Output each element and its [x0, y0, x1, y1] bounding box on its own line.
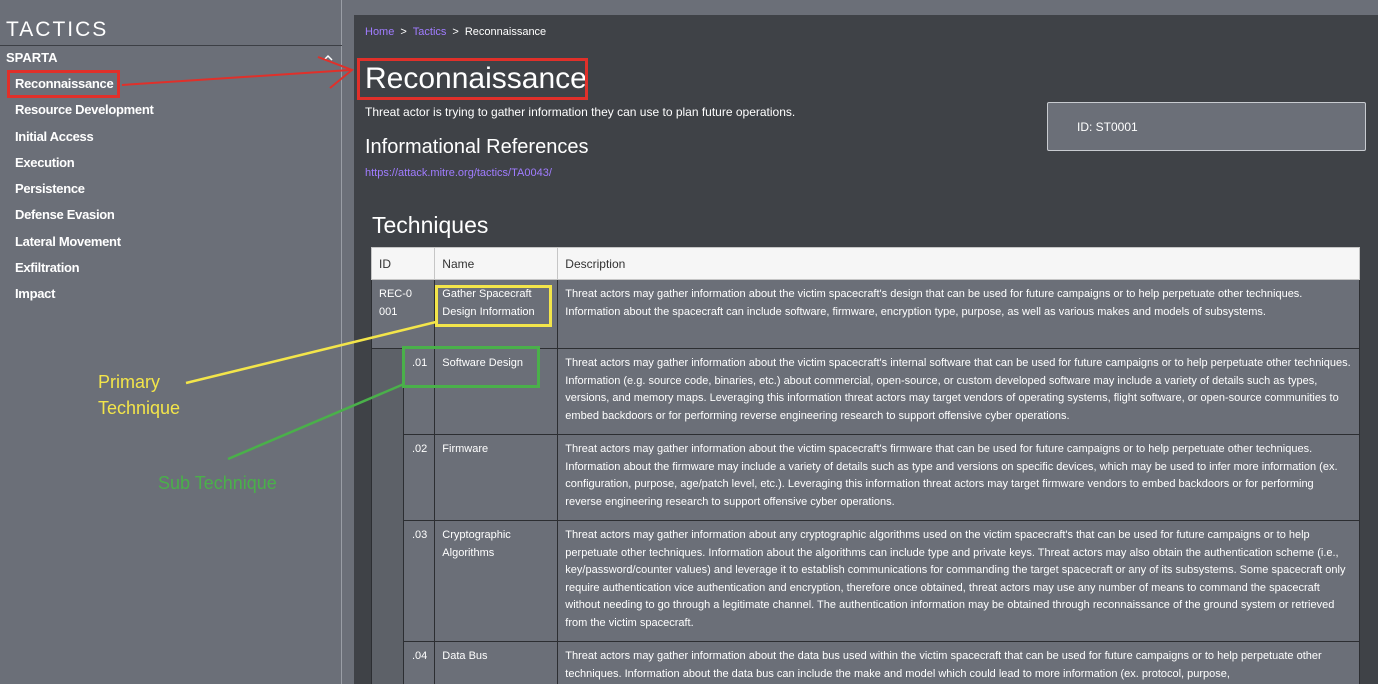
- sidebar-item-lateral-movement[interactable]: Lateral Movement: [15, 234, 154, 260]
- main-panel: Home > Tactics > Reconnaissance Reconnaissan…: [354, 15, 1378, 684]
- tactic-id-label: ID: ST0001: [1077, 120, 1138, 134]
- subtechnique-description: Threat actors may gather information abo…: [557, 640, 1360, 684]
- technique-name-link[interactable]: Gather Spacecraft Design Information: [434, 279, 559, 349]
- table-row-sub: .02 Firmware Threat actors may gather in…: [372, 434, 1360, 521]
- techniques-table: ID Name Description REC-0001 Gather Spac…: [370, 247, 1360, 684]
- table-gutter: [371, 348, 404, 684]
- subtechnique-name-link[interactable]: Software Design: [434, 348, 559, 435]
- column-header-name: Name: [434, 247, 559, 280]
- references-heading: Informational References: [365, 136, 589, 158]
- sidebar-item-resource-development[interactable]: Resource Development: [15, 102, 154, 128]
- sidebar-item-persistence[interactable]: Persistence: [15, 181, 154, 207]
- subtechnique-description: Threat actors may gather information abo…: [557, 348, 1360, 435]
- sidebar-item-exfiltration[interactable]: Exfiltration: [15, 260, 154, 286]
- sidebar-title: TACTICS: [6, 18, 109, 41]
- tactic-id-card: ID: ST0001: [1047, 102, 1366, 151]
- subtechnique-description: Threat actors may gather information abo…: [557, 434, 1360, 521]
- sidebar-item-reconnaissance[interactable]: Reconnaissance: [15, 76, 154, 102]
- chevron-up-icon[interactable]: [322, 52, 334, 64]
- page-description: Threat actor is trying to gather informa…: [365, 105, 796, 119]
- annotation-label-primary-line2: Technique: [98, 398, 181, 418]
- subtechnique-name-link[interactable]: Data Bus: [434, 640, 559, 684]
- table-row-sub: .01 Software Design Threat actors may ga…: [371, 348, 1360, 684]
- sidebar-divider: [0, 45, 342, 46]
- subtechnique-id: .02: [402, 434, 436, 521]
- techniques-heading: Techniques: [372, 212, 489, 238]
- reference-link[interactable]: https://attack.mitre.org/tactics/TA0043/: [365, 167, 552, 179]
- breadcrumb-current: Reconnaissance: [464, 26, 547, 38]
- column-header-description: Description: [557, 247, 1360, 280]
- table-row-primary: REC-0001 Gather Spacecraft Design Inform…: [370, 279, 1360, 349]
- breadcrumb-separator: >: [400, 26, 407, 38]
- breadcrumb: Home > Tactics > Reconnaissance: [365, 26, 546, 38]
- subtechnique-description: Threat actors may gather information abo…: [557, 520, 1360, 642]
- breadcrumb-separator: >: [452, 26, 459, 38]
- subtechnique-name-link[interactable]: Firmware: [434, 434, 559, 521]
- table-header-row: ID Name Description: [370, 247, 1360, 280]
- sidebar: TACTICS SPARTA Reconnaissance Resource D…: [0, 0, 342, 684]
- subtechnique-id: .04: [402, 640, 436, 684]
- column-header-id: ID: [370, 247, 436, 280]
- annotation-label-primary: Primary Technique: [98, 369, 180, 421]
- sidebar-item-initial-access[interactable]: Initial Access: [15, 129, 154, 155]
- annotation-label-sub: Sub Technique: [158, 473, 277, 493]
- sidebar-nav: Reconnaissance Resource Development Init…: [15, 76, 154, 313]
- annotation-label-primary-line1: Primary: [98, 372, 160, 392]
- breadcrumb-tactics[interactable]: Tactics: [413, 26, 447, 38]
- technique-id: REC-0001: [370, 279, 436, 349]
- table-row-sub: .03 Cryptographic Algorithms Threat acto…: [372, 520, 1360, 642]
- sidebar-item-impact[interactable]: Impact: [15, 286, 154, 312]
- sidebar-section-sparta[interactable]: SPARTA: [6, 50, 58, 65]
- subtechnique-name-link[interactable]: Cryptographic Algorithms: [434, 520, 559, 642]
- subtechnique-id: .03: [402, 520, 436, 642]
- breadcrumb-home[interactable]: Home: [365, 26, 394, 38]
- subtechnique-id: .01: [402, 348, 436, 435]
- table-row-sub: .04 Data Bus Threat actors may gather in…: [372, 640, 1360, 684]
- technique-description: Threat actors may gather information abo…: [557, 279, 1360, 349]
- sidebar-item-execution[interactable]: Execution: [15, 155, 154, 181]
- page-title: Reconnaissance: [365, 62, 587, 95]
- sidebar-item-defense-evasion[interactable]: Defense Evasion: [15, 207, 154, 233]
